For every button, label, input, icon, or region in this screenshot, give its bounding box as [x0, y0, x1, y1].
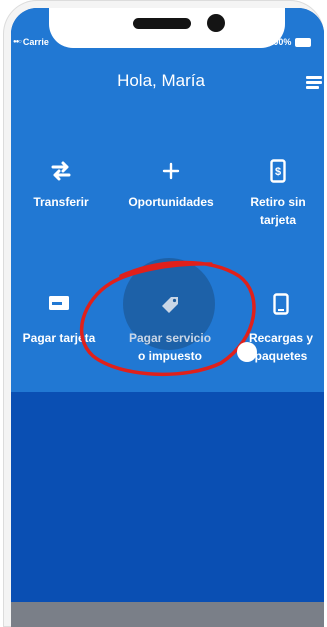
mobile-phone-icon [272, 292, 290, 316]
carrier-label: Carrie [22, 37, 49, 47]
action-label: Transferir [33, 195, 89, 209]
greeting-title: Hola, María [117, 71, 205, 90]
tag-icon [159, 294, 181, 316]
action-transferir[interactable]: Transferir [13, 156, 109, 216]
camera-icon [207, 14, 225, 32]
battery-label: 100% [268, 37, 292, 47]
menu-icon[interactable] [306, 76, 322, 90]
action-pagar-tarjeta[interactable]: Pagar tarjeta [11, 290, 107, 350]
action-label-line2: o impuesto [137, 349, 202, 363]
touch-indicator [237, 342, 257, 362]
lower-panel [11, 392, 324, 602]
phone-dollar-icon: $ [269, 158, 287, 184]
card-icon [48, 294, 70, 312]
action-label-line1: Pagar servicio [128, 331, 212, 345]
action-label-line2: tarjeta [259, 213, 297, 227]
action-label-line1: Retiro sin [250, 195, 306, 209]
action-pagar-servicio[interactable]: Pagar servicio o impuesto [111, 290, 229, 370]
status-carrier: ●●○ Carrie [13, 35, 49, 49]
transfer-arrows-icon [50, 160, 72, 182]
bluetooth-icon: ᛒ [261, 37, 267, 47]
speaker-icon [133, 18, 191, 29]
action-oportunidades[interactable]: Oportunidades [111, 156, 231, 216]
phone-frame: ●●○ Carrie ᛒ 100% Hola, María Transferir [3, 0, 324, 627]
action-label: Oportunidades [128, 195, 214, 209]
phone-notch [49, 8, 285, 48]
battery-icon [295, 37, 312, 47]
signal-dots-icon: ●●○ [13, 39, 22, 45]
action-label: Pagar tarjeta [22, 331, 96, 345]
status-battery: ᛒ 100% [261, 35, 312, 49]
app-screen: ●●○ Carrie ᛒ 100% Hola, María Transferir [11, 8, 324, 627]
bottom-bar [11, 602, 324, 627]
svg-text:$: $ [275, 166, 281, 178]
action-retiro-sin-tarjeta[interactable]: $ Retiro sin tarjeta [233, 156, 323, 236]
plus-icon [160, 160, 182, 182]
